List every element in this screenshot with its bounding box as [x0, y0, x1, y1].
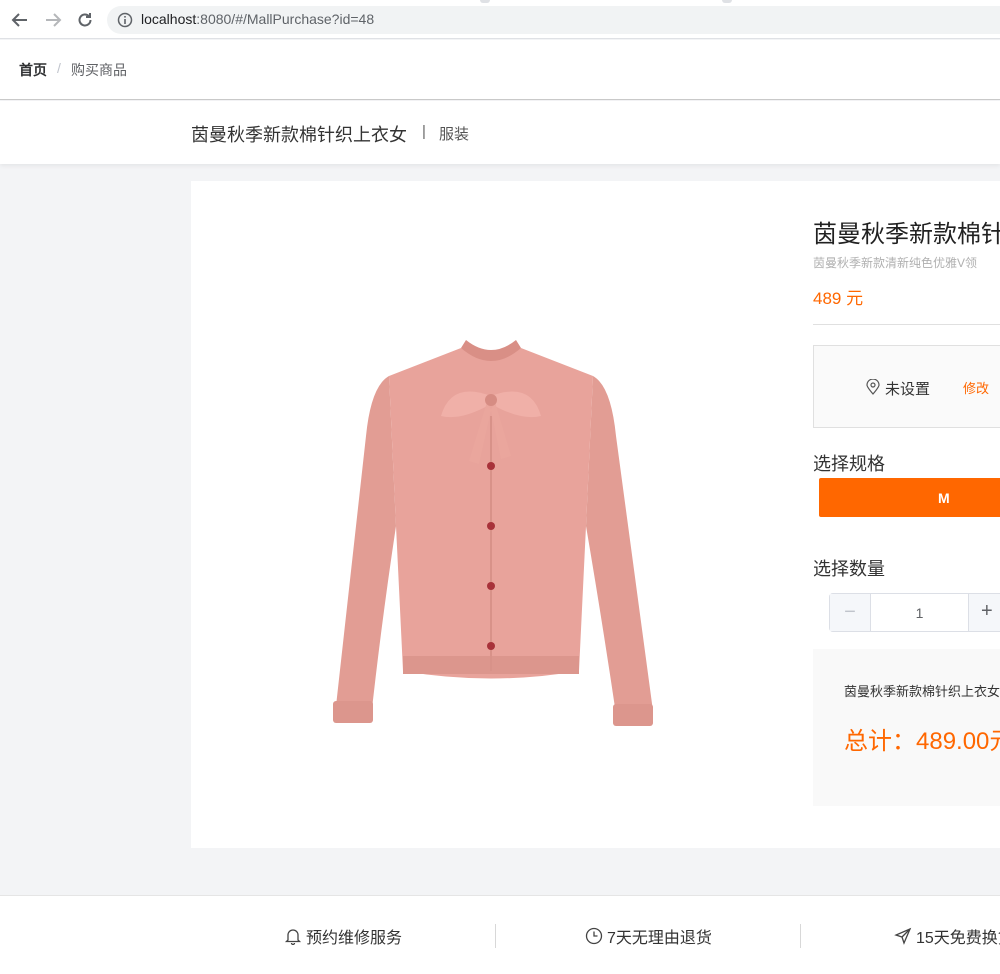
url-text: localhost:8080/#/MallPurchase?id=48 — [141, 11, 374, 27]
quantity-label: 选择数量 — [813, 559, 885, 579]
spec-option-label: M — [938, 490, 950, 506]
product-image — [333, 340, 653, 726]
tab-edge — [722, 0, 732, 3]
tab-edge — [480, 0, 490, 3]
service-bar: 预约维修服务 7天无理由退货 15天免费换货 — [0, 895, 1000, 974]
service-label: 15天免费换货 — [916, 930, 1000, 947]
order-summary: 茵曼秋季新款棉针织上衣女 总计：489.00元 — [813, 649, 1000, 806]
increase-button[interactable]: + — [968, 594, 1000, 631]
decrease-button[interactable]: − — [830, 594, 871, 631]
quantity-stepper: − 1 + — [829, 593, 1000, 632]
product-title: 茵曼秋季新款棉针织上衣女 — [813, 221, 1000, 248]
info-icon[interactable] — [117, 12, 133, 28]
service-repair[interactable]: 预约维修服务 — [284, 924, 402, 948]
send-icon — [894, 927, 912, 945]
product-price: 489 元 — [813, 289, 864, 308]
product-subtitle: 茵曼秋季新款清新纯色优雅V领 — [813, 256, 978, 270]
breadcrumb: 首页 / 购买商品 — [0, 40, 1000, 100]
url-host: localhost — [141, 11, 197, 27]
quantity-input[interactable]: 1 — [871, 594, 968, 631]
service-return[interactable]: 7天无理由退货 — [585, 924, 712, 948]
breadcrumb-current: 购买商品 — [71, 62, 127, 78]
reload-button[interactable] — [74, 9, 96, 31]
summary-item-name: 茵曼秋季新款棉针织上衣女 — [844, 684, 1000, 699]
product-header-name: 茵曼秋季新款棉针织上衣女 — [191, 125, 407, 145]
divider — [813, 324, 1000, 325]
product-card: 茵曼秋季新款棉针织上衣女 茵曼秋季新款清新纯色优雅V领 489 元 未设置 修改… — [191, 181, 1000, 848]
spec-option-m[interactable]: M — [819, 478, 1000, 517]
location-pin-icon — [866, 379, 880, 395]
edit-address-link[interactable]: 修改 — [963, 378, 989, 397]
summary-total: 总计：489.00元 — [844, 728, 1000, 755]
plus-label: + — [981, 600, 993, 622]
bell-icon — [284, 929, 302, 945]
product-header-category: 服装 — [439, 126, 470, 143]
browser-toolbar: localhost:8080/#/MallPurchase?id=48 — [0, 0, 1000, 39]
address-box: 未设置 修改 — [813, 345, 1000, 428]
breadcrumb-home[interactable]: 首页 — [19, 60, 47, 80]
service-label: 7天无理由退货 — [607, 930, 712, 947]
reload-icon — [78, 13, 92, 27]
product-header: 茵曼秋季新款棉针织上衣女 | 服装 — [0, 101, 1000, 164]
divider — [800, 924, 801, 948]
product-info: 茵曼秋季新款棉针织上衣女 茵曼秋季新款清新纯色优雅V领 489 元 未设置 修改… — [813, 181, 1000, 848]
url-path: :8080/#/MallPurchase?id=48 — [196, 11, 375, 27]
arrow-right-icon — [46, 13, 62, 27]
clock-icon — [585, 927, 603, 945]
address-text: 未设置 — [885, 381, 931, 398]
forward-button[interactable] — [42, 9, 64, 31]
divider — [495, 924, 496, 948]
service-exchange[interactable]: 15天免费换货 — [894, 924, 1000, 948]
service-label: 预约维修服务 — [306, 930, 403, 947]
address-bar[interactable]: localhost:8080/#/MallPurchase?id=48 — [107, 6, 1000, 34]
spec-label: 选择规格 — [813, 454, 885, 474]
back-button[interactable] — [9, 9, 31, 31]
breadcrumb-separator: / — [57, 60, 61, 76]
product-header-separator: | — [422, 123, 426, 140]
arrow-left-icon — [11, 13, 27, 27]
